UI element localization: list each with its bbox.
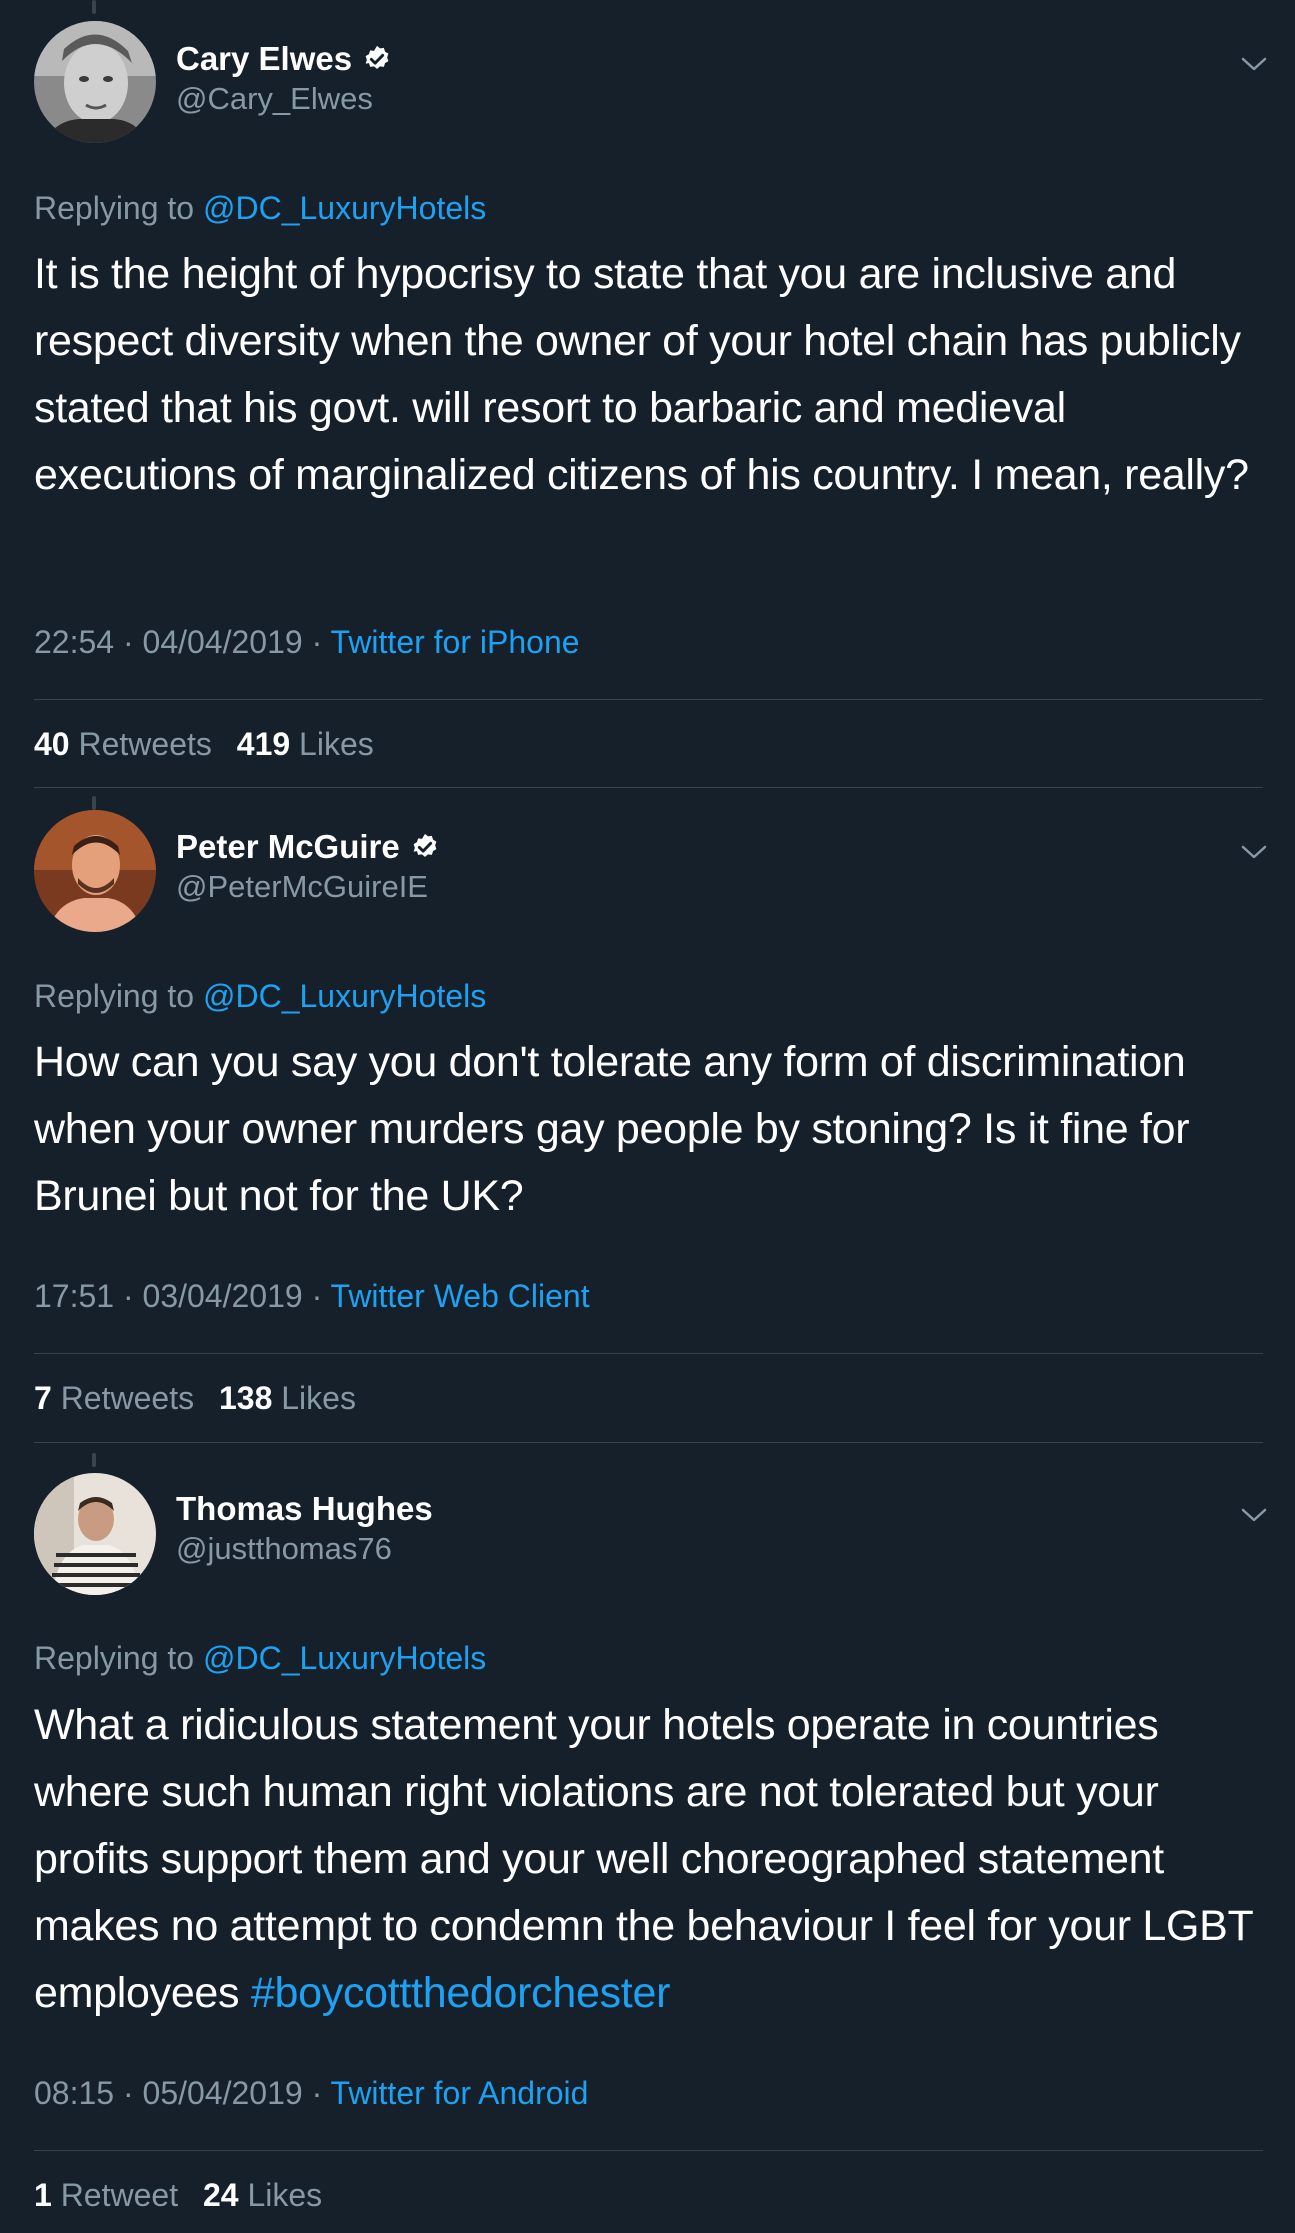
- retweets-stat[interactable]: 7 Retweets: [34, 1380, 194, 1416]
- user-handle[interactable]: @justthomas76: [176, 1531, 392, 1567]
- likes-stat[interactable]: 419 Likes: [237, 726, 374, 762]
- tweet-stats: 7 Retweets 138 Likes: [34, 1380, 372, 1417]
- avatar-photo-icon: [34, 21, 156, 143]
- mention-link[interactable]: @DC_LuxuryHotels: [203, 978, 486, 1014]
- user-handle[interactable]: @PeterMcGuireIE: [176, 869, 428, 905]
- chevron-down-icon[interactable]: [1240, 842, 1268, 862]
- verified-badge-icon: [413, 833, 437, 857]
- source-link[interactable]: Twitter for Android: [331, 2075, 589, 2111]
- replying-to-label: Replying to: [34, 978, 195, 1014]
- author-name-row[interactable]: Thomas Hughes: [176, 1489, 433, 1529]
- likes-stat[interactable]: 138 Likes: [219, 1380, 356, 1416]
- tweet-body: How can you say you don't tolerate any f…: [34, 1038, 1190, 1220]
- likes-count: 138: [218, 1380, 273, 1416]
- tweet-text: It is the height of hypocrisy to state t…: [34, 241, 1264, 509]
- likes-stat[interactable]: 24 Likes: [203, 2177, 322, 2213]
- avatar-photo-icon: [34, 810, 156, 932]
- replying-to-line: Replying to @DC_LuxuryHotels: [34, 190, 486, 227]
- tweet-text: How can you say you don't tolerate any f…: [34, 1029, 1264, 1230]
- user-handle[interactable]: @Cary_Elwes: [176, 81, 373, 117]
- likes-label: Likes: [299, 726, 374, 762]
- divider: [34, 699, 1263, 700]
- retweets-stat[interactable]: 40 Retweets: [34, 726, 212, 762]
- source-link[interactable]: Twitter for iPhone: [331, 624, 580, 660]
- display-name[interactable]: Peter McGuire: [176, 828, 400, 866]
- tweet-meta: 17:51 · 03/04/2019 · Twitter Web Client: [34, 1278, 590, 1315]
- divider: [34, 1353, 1263, 1354]
- display-name[interactable]: Thomas Hughes: [176, 1490, 433, 1528]
- tweet-stats: 40 Retweets 419 Likes: [34, 726, 390, 763]
- likes-count: 24: [202, 2177, 239, 2213]
- likes-count: 419: [236, 726, 291, 762]
- avatar[interactable]: [34, 21, 156, 143]
- thread-connector-line: [92, 796, 96, 810]
- author-name-row[interactable]: Cary Elwes: [176, 39, 392, 79]
- likes-label: Likes: [247, 2177, 323, 2213]
- avatar-photo-icon: [34, 1473, 156, 1595]
- author-name-row[interactable]: Peter McGuire: [176, 827, 440, 867]
- thread-connector-line: [92, 1453, 96, 1467]
- hashtag-link[interactable]: #boycottthedorchester: [251, 1969, 670, 2017]
- timestamp[interactable]: 22:54 · 04/04/2019 ·: [34, 624, 331, 660]
- tweet-card: Peter McGuire @PeterMcGuireIE Replying t…: [0, 788, 1295, 1443]
- replying-to-label: Replying to: [34, 1640, 195, 1676]
- tweet-meta: 08:15 · 05/04/2019 · Twitter for Android: [34, 2075, 588, 2112]
- avatar[interactable]: [34, 1473, 156, 1595]
- avatar[interactable]: [34, 810, 156, 932]
- replying-to-line: Replying to @DC_LuxuryHotels: [34, 978, 486, 1015]
- chevron-down-icon[interactable]: [1240, 1505, 1268, 1525]
- tweet-stats: 1 Retweet 24 Likes: [34, 2177, 338, 2214]
- tweet-body: It is the height of hypocrisy to state t…: [34, 250, 1249, 499]
- chevron-down-icon[interactable]: [1240, 54, 1268, 74]
- retweets-count: 7: [34, 1380, 52, 1416]
- mention-link[interactable]: @DC_LuxuryHotels: [203, 1640, 486, 1676]
- divider: [34, 2150, 1263, 2151]
- retweets-label: Retweets: [60, 1380, 195, 1416]
- replying-to-line: Replying to @DC_LuxuryHotels: [34, 1640, 486, 1677]
- likes-label: Likes: [281, 1380, 356, 1416]
- retweets-label: Retweets: [78, 726, 212, 762]
- display-name[interactable]: Cary Elwes: [176, 40, 352, 78]
- verified-badge-icon: [365, 45, 389, 69]
- tweet-card: Cary Elwes @Cary_Elwes Replying to @DC_L…: [0, 0, 1295, 788]
- replying-to-label: Replying to: [34, 190, 195, 226]
- timestamp[interactable]: 08:15 · 05/04/2019 ·: [34, 2075, 331, 2111]
- tweet-meta: 22:54 · 04/04/2019 · Twitter for iPhone: [34, 624, 580, 661]
- thread-connector-line: [92, 0, 96, 14]
- tweet-text: What a ridiculous statement your hotels …: [34, 1692, 1264, 2027]
- retweets-count: 40: [34, 726, 70, 762]
- retweets-label: Retweet: [60, 2177, 179, 2213]
- retweets-count: 1: [34, 2177, 52, 2213]
- source-link[interactable]: Twitter Web Client: [331, 1278, 590, 1314]
- timestamp[interactable]: 17:51 · 03/04/2019 ·: [34, 1278, 331, 1314]
- mention-link[interactable]: @DC_LuxuryHotels: [203, 190, 486, 226]
- retweets-stat[interactable]: 1 Retweet: [34, 2177, 178, 2213]
- tweet-card: Thomas Hughes @justthomas76 Replying to …: [0, 1443, 1295, 2233]
